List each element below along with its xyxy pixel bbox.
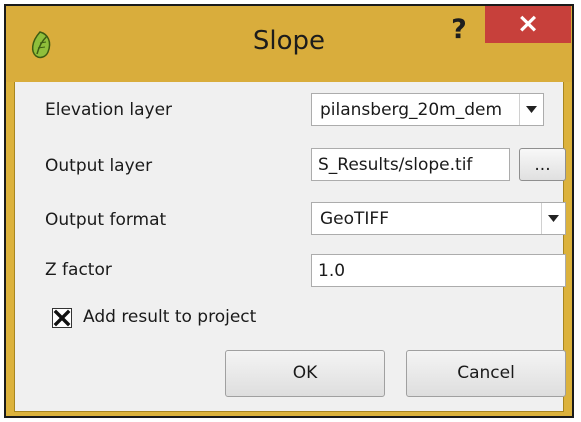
slope-dialog: Slope ? × Elevation layer pilansberg_20m… [4,4,574,418]
ok-button[interactable]: OK [225,350,385,397]
browse-button[interactable]: ... [519,148,566,181]
z-factor-field[interactable]: 1.0 [311,254,566,287]
elevation-layer-value: pilansberg_20m_dem [320,100,503,120]
output-format-label: Output format [45,210,167,230]
output-format-value: GeoTIFF [320,209,389,229]
elevation-layer-select[interactable]: pilansberg_20m_dem [311,93,544,126]
output-layer-field[interactable]: S_Results/slope.tif [311,148,510,181]
check-mark-icon [53,309,71,327]
z-factor-label: Z factor [45,260,112,280]
dialog-body: Elevation layer pilansberg_20m_dem Outpu… [14,82,566,412]
chevron-down-icon[interactable] [519,94,543,125]
add-to-project-label[interactable]: Add result to project [83,307,256,327]
chevron-down-icon[interactable] [541,203,565,234]
help-button[interactable]: ? [441,14,477,46]
output-format-select[interactable]: GeoTIFF [311,202,566,235]
elevation-layer-label: Elevation layer [45,100,173,120]
add-to-project-checkbox[interactable] [52,308,72,328]
title-bar[interactable]: Slope ? × [6,6,572,82]
close-button[interactable]: × [485,6,571,43]
output-layer-label: Output layer [45,156,153,176]
cancel-button[interactable]: Cancel [406,350,566,397]
